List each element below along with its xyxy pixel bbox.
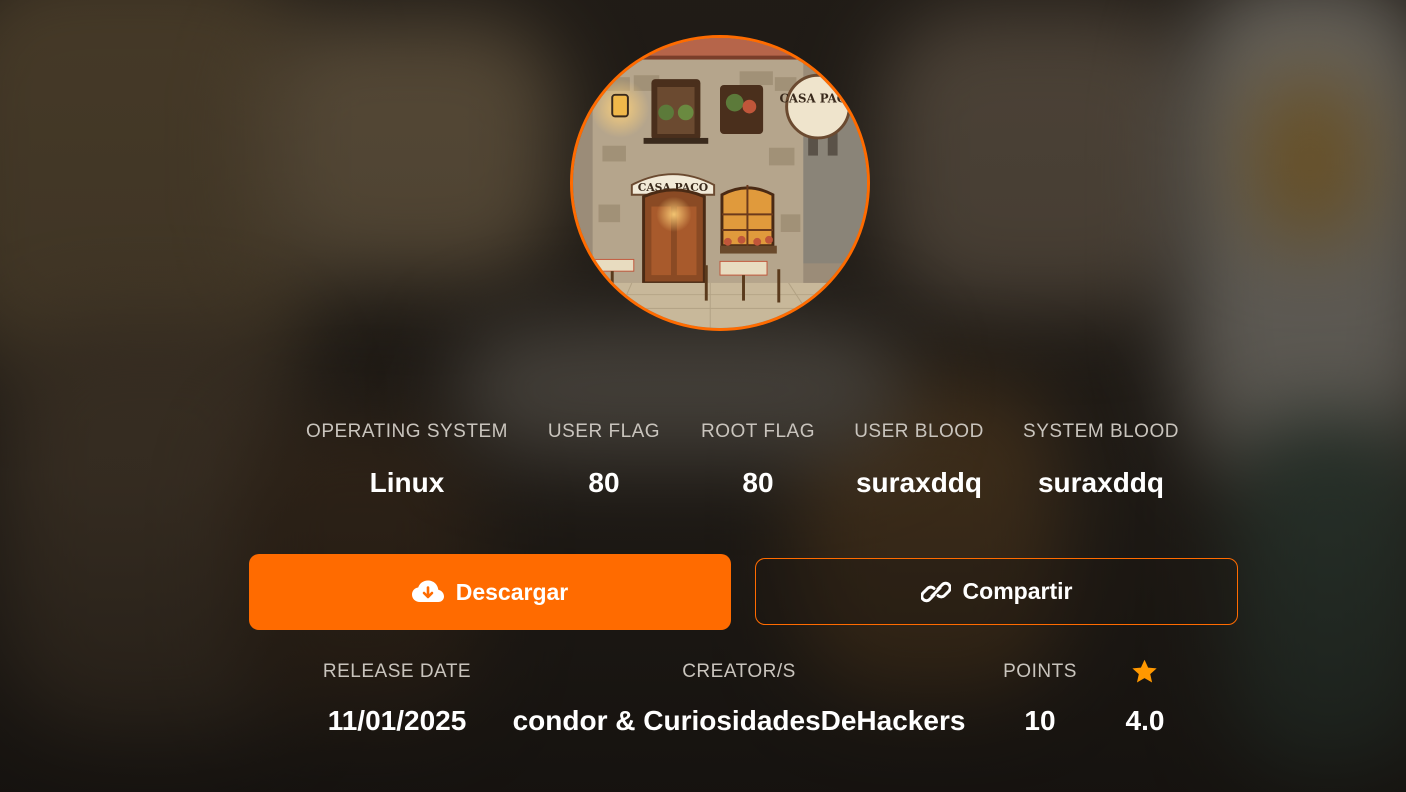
stat-label: ROOT FLAG: [701, 421, 815, 442]
stat-user-flag: USER FLAG 80: [548, 418, 660, 498]
points-label: POINTS: [1003, 661, 1077, 682]
release-date-label: RELEASE DATE: [322, 661, 472, 682]
meta-points: POINTS 10: [1003, 658, 1077, 736]
machine-stats: OPERATING SYSTEM Linux USER FLAG 80 ROOT…: [0, 418, 1406, 508]
stat-value: suraxddq: [855, 467, 983, 498]
stat-label: OPERATING SYSTEM: [306, 421, 508, 442]
share-label: Compartir: [962, 578, 1073, 604]
meta-release-date: RELEASE DATE 11/01/2025: [323, 658, 471, 736]
stat-value: Linux: [369, 467, 445, 498]
stat-operating-system: OPERATING SYSTEM Linux: [306, 418, 508, 498]
stat-user-blood: USER BLOOD suraxddq: [854, 418, 984, 498]
stat-label: USER BLOOD: [854, 421, 984, 442]
stat-label: SYSTEM BLOOD: [1023, 421, 1179, 442]
points-value: 10: [1024, 705, 1056, 736]
creators-value: condor & CuriosidadesDeHackers: [512, 705, 966, 736]
creators-label: CREATOR/S: [682, 661, 796, 682]
link-icon: [920, 581, 951, 602]
stat-value: suraxddq: [1037, 467, 1165, 498]
cloud-download-icon: [411, 580, 444, 602]
share-button[interactable]: Compartir: [755, 558, 1238, 625]
stat-system-blood: SYSTEM BLOOD suraxddq: [1023, 418, 1179, 498]
star-icon: [1132, 659, 1158, 683]
meta-creators: CREATOR/S condor & CuriosidadesDeHackers: [513, 658, 966, 736]
restaurant-illustration: CASA PACO CASA PACO: [573, 38, 867, 328]
stat-label: USER FLAG: [547, 421, 661, 442]
meta-rating: 4.0: [1125, 658, 1165, 736]
release-date-value: 11/01/2025: [327, 705, 467, 736]
download-button[interactable]: Descargar: [249, 554, 731, 630]
rating-value: 4.0: [1125, 705, 1165, 736]
machine-avatar: CASA PACO CASA PACO: [570, 35, 870, 331]
stat-value: 80: [588, 467, 620, 498]
download-label: Descargar: [455, 578, 569, 605]
stat-value: 80: [742, 467, 774, 498]
stat-root-flag: ROOT FLAG 80: [701, 418, 815, 498]
machine-meta: RELEASE DATE 11/01/2025 CREATOR/S condor…: [0, 658, 1406, 758]
